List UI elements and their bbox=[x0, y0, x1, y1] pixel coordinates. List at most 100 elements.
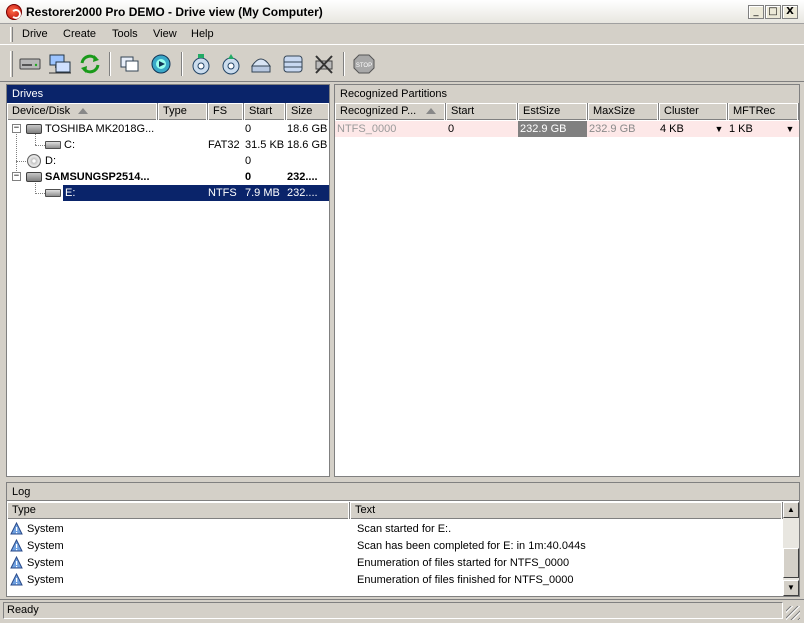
create-image-icon[interactable] bbox=[248, 52, 274, 76]
drives-column-header: Device/Disk Type FS Start Size bbox=[7, 103, 330, 120]
column-start[interactable]: Start bbox=[244, 103, 286, 120]
tree-row-e[interactable]: E: NTFS 7.9 MB 232.... bbox=[7, 185, 329, 201]
log-text: Scan has been completed for E: in 1m:40.… bbox=[357, 540, 586, 552]
device-start: 0 bbox=[245, 155, 252, 167]
collapse-toggle[interactable]: − bbox=[12, 124, 21, 133]
column-device-disk[interactable]: Device/Disk bbox=[7, 103, 158, 120]
tree-line bbox=[35, 193, 45, 194]
cluster-dropdown-arrow-icon[interactable]: ▼ bbox=[712, 121, 726, 137]
device-name: C: bbox=[64, 139, 75, 151]
partition-icon bbox=[45, 189, 61, 197]
cd-drive-icon bbox=[27, 154, 41, 168]
menu-grip[interactable] bbox=[10, 27, 13, 42]
tree-row-toshiba[interactable]: − TOSHIBA MK2018G... 0 18.6 GB bbox=[7, 121, 329, 137]
menu-create[interactable]: Create bbox=[63, 28, 96, 40]
minimize-button[interactable]: _ bbox=[748, 5, 764, 19]
mftrec-dropdown-arrow-icon[interactable]: ▼ bbox=[783, 121, 797, 137]
partition-mftrec[interactable]: 1 KB bbox=[729, 121, 779, 137]
log-column-header: Type Text bbox=[7, 502, 783, 519]
title-bar[interactable]: Restorer2000 Pro DEMO - Drive view (My C… bbox=[0, 0, 804, 24]
device-size: 18.6 GB bbox=[287, 139, 328, 151]
info-icon bbox=[10, 522, 23, 535]
toolbar-separator bbox=[343, 52, 345, 76]
resize-grip-icon[interactable] bbox=[786, 606, 800, 620]
log-text: Enumeration of files finished for NTFS_0… bbox=[357, 574, 574, 586]
sort-ascending-icon bbox=[78, 108, 89, 115]
tree-line bbox=[16, 161, 26, 162]
device-size: 232.... bbox=[287, 187, 318, 199]
refresh-icon[interactable] bbox=[77, 52, 103, 76]
partition-cluster[interactable]: 4 KB bbox=[660, 121, 710, 137]
drive-icon[interactable] bbox=[17, 52, 43, 76]
column-mftrec[interactable]: MFTRec bbox=[728, 103, 799, 120]
menu-tools[interactable]: Tools bbox=[112, 28, 138, 40]
device-start: 0 bbox=[245, 171, 252, 183]
device-start: 7.9 MB bbox=[245, 187, 280, 199]
partition-name: NTFS_0000 bbox=[337, 123, 397, 135]
partition-estsize: 232.9 GB bbox=[518, 121, 587, 137]
log-row[interactable]: System Enumeration of files finished for… bbox=[7, 572, 783, 588]
log-row[interactable]: System Scan started for E:. bbox=[7, 521, 783, 537]
column-log-type[interactable]: Type bbox=[7, 502, 350, 519]
open-file-icon[interactable] bbox=[188, 52, 214, 76]
copy-regions-icon[interactable] bbox=[117, 52, 143, 76]
partitions-header: Recognized Partitions bbox=[335, 85, 799, 103]
tree-line bbox=[35, 145, 45, 146]
app-icon[interactable] bbox=[6, 4, 22, 20]
network-drives-icon[interactable] bbox=[47, 52, 73, 76]
column-estsize[interactable]: EstSize bbox=[518, 103, 588, 120]
scroll-thumb[interactable] bbox=[783, 548, 799, 578]
device-fs: NTFS bbox=[208, 187, 237, 199]
toolbar: STOP bbox=[0, 46, 804, 82]
tree-row-d[interactable]: D: 0 bbox=[7, 153, 329, 169]
log-row[interactable]: System Scan has been completed for E: in… bbox=[7, 538, 783, 554]
log-type: System bbox=[27, 557, 64, 569]
toolbar-grip[interactable] bbox=[10, 51, 13, 77]
toolbar-separator bbox=[181, 52, 183, 76]
partition-icon bbox=[45, 141, 61, 149]
partitions-panel: Recognized Partitions Recognized P... St… bbox=[334, 84, 800, 477]
status-bar: Ready bbox=[0, 599, 804, 623]
scroll-down-icon[interactable]: ▼ bbox=[783, 580, 799, 596]
partitions-column-header: Recognized P... Start EstSize MaxSize Cl… bbox=[335, 103, 799, 120]
drives-panel: Drives Device/Disk Type FS Start Size − … bbox=[6, 84, 330, 477]
close-button[interactable]: X bbox=[782, 5, 798, 19]
hard-disk-icon bbox=[26, 172, 42, 182]
device-name: E: bbox=[65, 187, 76, 199]
column-fs[interactable]: FS bbox=[208, 103, 244, 120]
svg-text:STOP: STOP bbox=[356, 63, 372, 69]
column-cluster[interactable]: Cluster bbox=[659, 103, 728, 120]
drives-header: Drives bbox=[7, 85, 329, 103]
log-panel: Log Type Text System Scan started for E:… bbox=[6, 482, 800, 597]
menu-view[interactable]: View bbox=[153, 28, 177, 40]
toolbar-separator bbox=[109, 52, 111, 76]
create-region-icon[interactable] bbox=[280, 52, 306, 76]
log-text: Enumeration of files started for NTFS_00… bbox=[357, 557, 570, 569]
device-size: 232.... bbox=[287, 171, 318, 183]
stop-icon[interactable]: STOP bbox=[351, 52, 377, 76]
column-type[interactable]: Type bbox=[158, 103, 208, 120]
tree-row-samsung[interactable]: − SAMSUNGSP2514... 0 232.... bbox=[7, 169, 329, 185]
remove-icon[interactable] bbox=[311, 52, 337, 76]
menu-drive[interactable]: Drive bbox=[22, 28, 48, 40]
partition-row[interactable]: NTFS_0000 0 232.9 GB 232.9 GB 4 KB ▼ 1 K… bbox=[335, 121, 799, 137]
device-size: 18.6 GB bbox=[287, 123, 328, 135]
column-log-text[interactable]: Text bbox=[350, 502, 783, 519]
column-size[interactable]: Size bbox=[286, 103, 330, 120]
maximize-button[interactable]: □ bbox=[765, 5, 781, 19]
scroll-up-icon[interactable]: ▲ bbox=[783, 502, 799, 518]
log-type: System bbox=[27, 540, 64, 552]
log-scrollbar[interactable]: ▲ ▼ bbox=[783, 502, 799, 596]
scan-icon[interactable] bbox=[148, 52, 174, 76]
open-image-icon[interactable] bbox=[218, 52, 244, 76]
menu-bar: Drive Create Tools View Help bbox=[0, 24, 804, 45]
column-start[interactable]: Start bbox=[446, 103, 518, 120]
collapse-toggle[interactable]: − bbox=[12, 172, 21, 181]
menu-help[interactable]: Help bbox=[191, 28, 214, 40]
log-row[interactable]: System Enumeration of files started for … bbox=[7, 555, 783, 571]
window-title: Restorer2000 Pro DEMO - Drive view (My C… bbox=[26, 5, 323, 19]
partition-start: 0 bbox=[448, 123, 455, 135]
tree-row-c[interactable]: C: FAT32 31.5 KB 18.6 GB bbox=[7, 137, 329, 153]
column-maxsize[interactable]: MaxSize bbox=[588, 103, 659, 120]
column-recognized-partition[interactable]: Recognized P... bbox=[335, 103, 446, 120]
